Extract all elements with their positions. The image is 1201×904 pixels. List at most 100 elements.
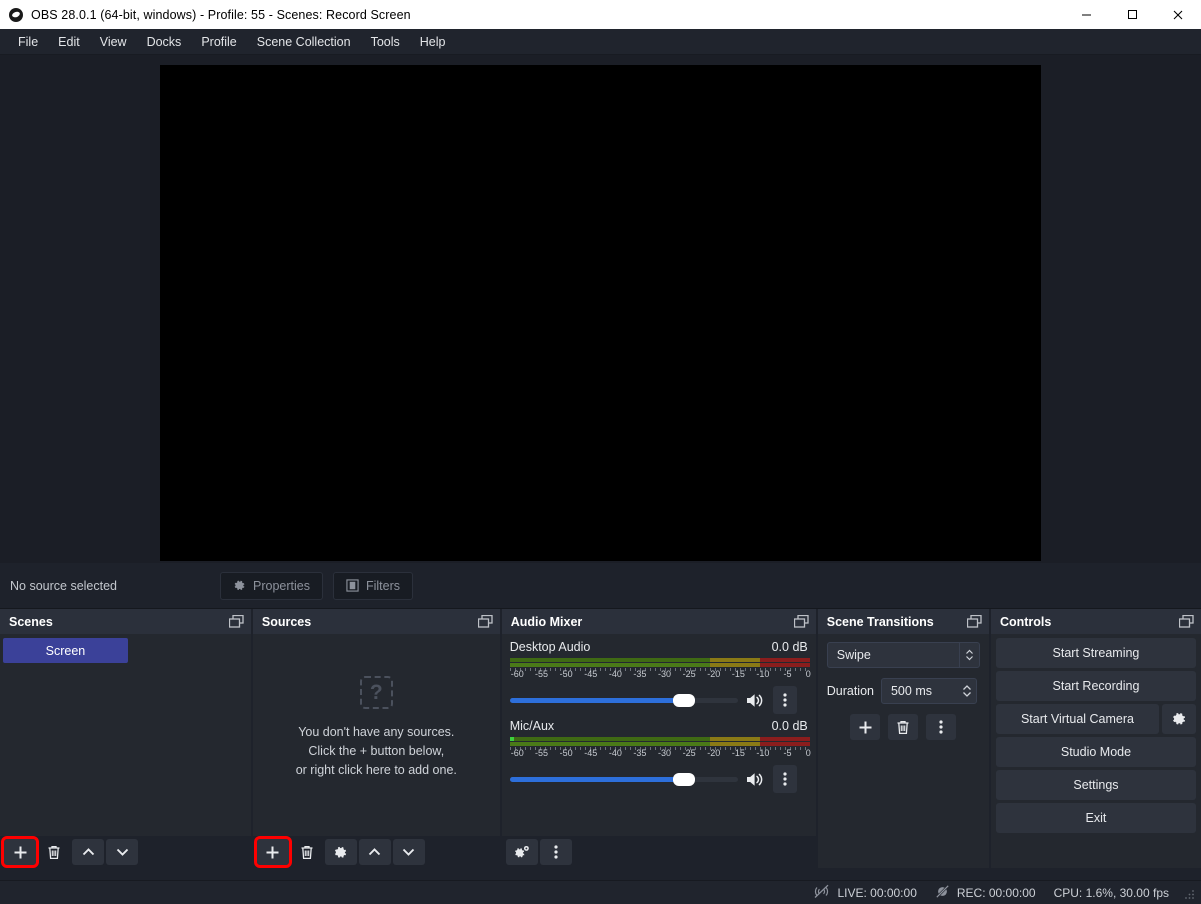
cpu-usage: CPU: 1.6%, 30.00 fps <box>1053 885 1169 900</box>
rec-timer: REC: 00:00:00 <box>956 885 1036 900</box>
meter-tick: -15 <box>731 748 745 758</box>
transition-select-value: Swipe <box>836 648 871 662</box>
audio-track-menu-button[interactable] <box>772 765 797 793</box>
audio-mixer-body: Desktop Audio 0.0 dB -60 -55 -50 -45 -40… <box>501 634 816 836</box>
meter-tick-scale: -60 -55 -50 -45 -40 -35 -30 -25 -20 -15 … <box>509 668 811 681</box>
record-inactive-icon <box>935 884 950 902</box>
add-scene-button[interactable] <box>1 836 39 868</box>
volume-slider-handle[interactable] <box>672 693 695 707</box>
float-dock-icon[interactable] <box>1179 615 1194 628</box>
audio-mixer-title: Audio Mixer <box>510 614 583 629</box>
duration-label: Duration <box>826 684 874 698</box>
filters-button[interactable]: Filters <box>332 571 414 600</box>
meter-tick: -10 <box>756 748 770 758</box>
scene-list: Screen <box>0 634 251 663</box>
audio-mixer-menu-button[interactable] <box>539 839 572 865</box>
float-dock-icon[interactable] <box>228 615 244 628</box>
close-icon[interactable] <box>1155 0 1201 29</box>
preview-canvas[interactable] <box>160 64 1041 561</box>
audio-mixer-header: Audio Mixer <box>501 609 816 634</box>
exit-button[interactable]: Exit <box>995 803 1196 833</box>
sources-footer <box>252 836 500 868</box>
move-source-down-button[interactable] <box>392 839 425 865</box>
audio-level-indicator <box>509 737 515 741</box>
meter-tick: -25 <box>682 748 696 758</box>
volume-slider-handle[interactable] <box>672 772 695 786</box>
add-transition-button[interactable] <box>850 714 881 740</box>
duration-stepper[interactable]: 500 ms <box>880 678 977 704</box>
move-scene-down-button[interactable] <box>106 839 138 865</box>
scenes-body[interactable]: Screen <box>0 634 251 836</box>
meter-tick: -35 <box>633 669 647 679</box>
meter-tick: -25 <box>682 669 696 679</box>
menu-item-view[interactable]: View <box>90 31 137 53</box>
move-scene-up-button[interactable] <box>72 839 104 865</box>
studio-mode-button[interactable]: Studio Mode <box>995 737 1196 767</box>
filters-label: Filters <box>365 578 401 593</box>
virtual-camera-settings-button[interactable] <box>1162 704 1196 734</box>
menu-item-scene-collection[interactable]: Scene Collection <box>247 31 361 53</box>
audio-track-menu-button[interactable] <box>772 686 797 714</box>
start-recording-button[interactable]: Start Recording <box>995 671 1196 701</box>
volume-slider[interactable] <box>509 692 738 708</box>
transition-select[interactable]: Swipe <box>826 642 980 668</box>
start-virtual-camera-button[interactable]: Start Virtual Camera <box>995 704 1159 734</box>
audio-mixer-footer <box>501 836 816 868</box>
mute-toggle-icon[interactable] <box>746 692 765 709</box>
audio-track-db: 0.0 dB <box>771 640 808 654</box>
menu-item-edit[interactable]: Edit <box>48 31 90 53</box>
float-dock-icon[interactable] <box>793 615 809 628</box>
remove-transition-button[interactable] <box>888 714 919 740</box>
sources-dock: Sources ? You don't have any sources. Cl… <box>252 609 500 868</box>
audio-mixer-dock: Audio Mixer Desktop Audio 0.0 dB -60 -55… <box>501 609 816 868</box>
menu-item-help[interactable]: Help <box>410 31 456 53</box>
volume-slider[interactable] <box>509 771 738 787</box>
scene-transitions-title: Scene Transitions <box>826 614 934 629</box>
scenes-dock: Scenes Screen <box>0 609 251 868</box>
advanced-audio-properties-button[interactable] <box>505 839 538 865</box>
menu-item-tools[interactable]: Tools <box>361 31 410 53</box>
title-bar: OBS 28.0.1 (64-bit, windows) - Profile: … <box>0 0 1201 29</box>
float-dock-icon[interactable] <box>966 615 982 628</box>
minimize-icon[interactable] <box>1063 0 1109 29</box>
duration-value: 500 ms <box>890 684 932 698</box>
meter-tick: -60 <box>510 669 524 679</box>
audio-track-mic-aux: Mic/Aux 0.0 dB -60 -55 -50 -45 -40 -35 -… <box>509 719 811 793</box>
question-mark-icon: ? <box>359 676 393 709</box>
meter-tick: -20 <box>707 748 721 758</box>
menu-item-profile[interactable]: Profile <box>191 31 246 53</box>
menu-item-docks[interactable]: Docks <box>137 31 192 53</box>
meter-tick: -30 <box>658 748 672 758</box>
scene-item-screen[interactable]: Screen <box>3 638 128 663</box>
transition-menu-button[interactable] <box>926 714 957 740</box>
chevron-updown-icon <box>958 643 979 667</box>
menu-item-file[interactable]: File <box>8 31 48 53</box>
maximize-icon[interactable] <box>1109 0 1155 29</box>
add-source-button[interactable] <box>253 836 292 868</box>
gear-icon <box>233 579 246 592</box>
start-streaming-button[interactable]: Start Streaming <box>995 638 1196 668</box>
audio-level-meter: -60 -55 -50 -45 -40 -35 -30 -25 -20 -15 … <box>509 658 811 681</box>
remove-source-button[interactable] <box>291 839 323 865</box>
remove-scene-button[interactable] <box>38 839 70 865</box>
meter-tick: -55 <box>535 748 549 758</box>
resize-grip-icon[interactable] <box>1183 887 1195 899</box>
chevron-updown-icon[interactable] <box>962 683 972 699</box>
status-bar: LIVE: 00:00:00 REC: 00:00:00 CPU: 1.6%, … <box>0 880 1201 904</box>
meter-tick: -50 <box>559 748 573 758</box>
sources-empty-state: ? You don't have any sources. Click the … <box>253 634 500 836</box>
mute-toggle-icon[interactable] <box>746 771 765 788</box>
float-dock-icon[interactable] <box>477 615 493 628</box>
properties-button[interactable]: Properties <box>220 571 323 600</box>
move-source-up-button[interactable] <box>358 839 391 865</box>
meter-tick: -45 <box>584 748 598 758</box>
meter-tick: -45 <box>584 669 598 679</box>
scene-item-label: Screen <box>45 643 86 658</box>
audio-level-meter: -60 -55 -50 -45 -40 -35 -30 -25 -20 -15 … <box>509 737 811 760</box>
live-timer: LIVE: 00:00:00 <box>837 885 917 900</box>
meter-tick: -15 <box>731 669 745 679</box>
sources-body[interactable]: ? You don't have any sources. Click the … <box>252 634 500 836</box>
settings-button[interactable]: Settings <box>995 770 1196 800</box>
source-properties-button[interactable] <box>324 839 357 865</box>
virtual-camera-row: Start Virtual Camera <box>995 704 1196 734</box>
